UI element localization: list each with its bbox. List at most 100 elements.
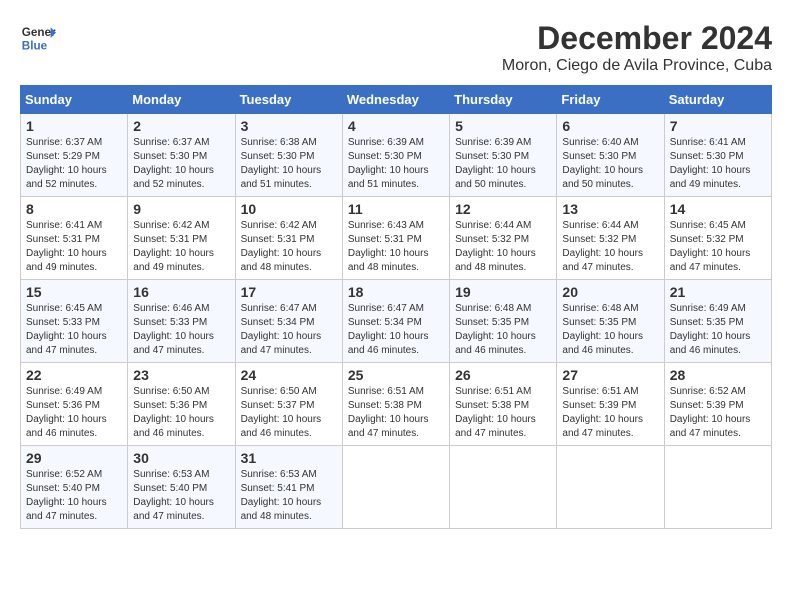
table-row: 22 Sunrise: 6:49 AM Sunset: 5:36 PM Dayli… (21, 363, 128, 446)
table-row: 2Sunrise: 6:37 AM Sunset: 5:30 PM Daylig… (128, 114, 235, 197)
day-number: 19 (455, 284, 551, 300)
day-number: 25 (348, 367, 444, 383)
day-number: 14 (670, 201, 766, 217)
calendar-week-row: 22 Sunrise: 6:49 AM Sunset: 5:36 PM Dayli… (21, 363, 772, 446)
table-row: 12Sunrise: 6:44 AM Sunset: 5:32 PM Dayli… (450, 197, 557, 280)
table-row: 4 Sunrise: 6:39 AM Sunset: 5:30 PM Daylig… (342, 114, 449, 197)
day-number: 28 (670, 367, 766, 383)
day-info: Sunrise: 6:51 AM Sunset: 5:39 PM Dayligh… (562, 385, 658, 441)
day-info: Sunrise: 6:41 AM Sunset: 5:30 PM Dayligh… (670, 136, 766, 192)
day-number: 30 (133, 450, 229, 466)
table-row: 13Sunrise: 6:44 AM Sunset: 5:32 PM Dayli… (557, 197, 664, 280)
day-number: 15 (26, 284, 122, 300)
col-monday: Monday (128, 86, 235, 114)
day-info: Sunrise: 6:40 AM Sunset: 5:30 PM Dayligh… (562, 136, 658, 192)
day-info: Sunrise: 6:39 AM Sunset: 5:30 PM Dayligh… (348, 136, 444, 192)
table-row: 8 Sunrise: 6:41 AM Sunset: 5:31 PM Daylig… (21, 197, 128, 280)
table-row (450, 446, 557, 529)
table-row: 1 Sunrise: 6:37 AM Sunset: 5:29 PM Daylig… (21, 114, 128, 197)
day-info: Sunrise: 6:53 AM Sunset: 5:40 PM Dayligh… (133, 468, 229, 524)
table-row: 26 Sunrise: 6:51 AM Sunset: 5:38 PM Dayli… (450, 363, 557, 446)
day-number: 18 (348, 284, 444, 300)
day-number: 8 (26, 201, 122, 217)
day-number: 27 (562, 367, 658, 383)
day-info: Sunrise: 6:39 AM Sunset: 5:30 PM Dayligh… (455, 136, 551, 192)
table-row: 20 Sunrise: 6:48 AM Sunset: 5:35 PM Dayli… (557, 280, 664, 363)
table-row: 17Sunrise: 6:47 AM Sunset: 5:34 PM Dayli… (235, 280, 342, 363)
day-info: Sunrise: 6:50 AM Sunset: 5:36 PM Dayligh… (133, 385, 229, 441)
logo-icon: General Blue (20, 20, 56, 56)
day-info: Sunrise: 6:53 AM Sunset: 5:41 PM Dayligh… (241, 468, 337, 524)
table-row: 31 Sunrise: 6:53 AM Sunset: 5:41 PM Dayli… (235, 446, 342, 529)
day-info: Sunrise: 6:45 AM Sunset: 5:32 PM Dayligh… (670, 219, 766, 275)
col-friday: Friday (557, 86, 664, 114)
day-number: 1 (26, 118, 122, 134)
day-number: 31 (241, 450, 337, 466)
table-row: 9 Sunrise: 6:42 AM Sunset: 5:31 PM Daylig… (128, 197, 235, 280)
table-row: 24 Sunrise: 6:50 AM Sunset: 5:37 PM Dayli… (235, 363, 342, 446)
month-title: December 2024 (502, 20, 772, 57)
day-info: Sunrise: 6:41 AM Sunset: 5:31 PM Dayligh… (26, 219, 122, 275)
table-row (664, 446, 771, 529)
day-info: Sunrise: 6:48 AM Sunset: 5:35 PM Dayligh… (455, 302, 551, 358)
calendar-header-row: Sunday Monday Tuesday Wednesday Thursday… (21, 86, 772, 114)
col-tuesday: Tuesday (235, 86, 342, 114)
day-number: 9 (133, 201, 229, 217)
day-number: 4 (348, 118, 444, 134)
table-row: 15 Sunrise: 6:45 AM Sunset: 5:33 PM Dayli… (21, 280, 128, 363)
table-row: 5 Sunrise: 6:39 AM Sunset: 5:30 PM Daylig… (450, 114, 557, 197)
day-info: Sunrise: 6:42 AM Sunset: 5:31 PM Dayligh… (241, 219, 337, 275)
location-title: Moron, Ciego de Avila Province, Cuba (502, 57, 772, 75)
table-row: 19 Sunrise: 6:48 AM Sunset: 5:35 PM Dayli… (450, 280, 557, 363)
day-number: 16 (133, 284, 229, 300)
day-number: 24 (241, 367, 337, 383)
table-row: 21Sunrise: 6:49 AM Sunset: 5:35 PM Dayli… (664, 280, 771, 363)
day-info: Sunrise: 6:50 AM Sunset: 5:37 PM Dayligh… (241, 385, 337, 441)
day-info: Sunrise: 6:45 AM Sunset: 5:33 PM Dayligh… (26, 302, 122, 358)
day-info: Sunrise: 6:37 AM Sunset: 5:29 PM Dayligh… (26, 136, 122, 192)
day-info: Sunrise: 6:46 AM Sunset: 5:33 PM Dayligh… (133, 302, 229, 358)
day-number: 7 (670, 118, 766, 134)
day-number: 17 (241, 284, 337, 300)
page-header: General Blue December 2024 Moron, Ciego … (20, 20, 772, 75)
day-info: Sunrise: 6:51 AM Sunset: 5:38 PM Dayligh… (455, 385, 551, 441)
table-row: 25Sunrise: 6:51 AM Sunset: 5:38 PM Dayli… (342, 363, 449, 446)
day-info: Sunrise: 6:49 AM Sunset: 5:35 PM Dayligh… (670, 302, 766, 358)
col-sunday: Sunday (21, 86, 128, 114)
title-block: December 2024 Moron, Ciego de Avila Prov… (502, 20, 772, 75)
calendar-week-row: 29Sunrise: 6:52 AM Sunset: 5:40 PM Dayli… (21, 446, 772, 529)
day-info: Sunrise: 6:43 AM Sunset: 5:31 PM Dayligh… (348, 219, 444, 275)
logo: General Blue (20, 20, 56, 56)
day-info: Sunrise: 6:52 AM Sunset: 5:39 PM Dayligh… (670, 385, 766, 441)
table-row (557, 446, 664, 529)
day-number: 5 (455, 118, 551, 134)
day-number: 23 (133, 367, 229, 383)
day-number: 10 (241, 201, 337, 217)
day-info: Sunrise: 6:42 AM Sunset: 5:31 PM Dayligh… (133, 219, 229, 275)
table-row: 29Sunrise: 6:52 AM Sunset: 5:40 PM Dayli… (21, 446, 128, 529)
table-row: 6Sunrise: 6:40 AM Sunset: 5:30 PM Daylig… (557, 114, 664, 197)
table-row: 30 Sunrise: 6:53 AM Sunset: 5:40 PM Dayli… (128, 446, 235, 529)
day-number: 22 (26, 367, 122, 383)
col-wednesday: Wednesday (342, 86, 449, 114)
day-info: Sunrise: 6:38 AM Sunset: 5:30 PM Dayligh… (241, 136, 337, 192)
day-number: 26 (455, 367, 551, 383)
table-row (342, 446, 449, 529)
day-number: 20 (562, 284, 658, 300)
table-row: 16 Sunrise: 6:46 AM Sunset: 5:33 PM Dayli… (128, 280, 235, 363)
day-number: 29 (26, 450, 122, 466)
day-info: Sunrise: 6:48 AM Sunset: 5:35 PM Dayligh… (562, 302, 658, 358)
day-info: Sunrise: 6:47 AM Sunset: 5:34 PM Dayligh… (348, 302, 444, 358)
table-row: 14 Sunrise: 6:45 AM Sunset: 5:32 PM Dayli… (664, 197, 771, 280)
day-info: Sunrise: 6:37 AM Sunset: 5:30 PM Dayligh… (133, 136, 229, 192)
day-number: 11 (348, 201, 444, 217)
table-row: 27 Sunrise: 6:51 AM Sunset: 5:39 PM Dayli… (557, 363, 664, 446)
day-info: Sunrise: 6:49 AM Sunset: 5:36 PM Dayligh… (26, 385, 122, 441)
day-number: 3 (241, 118, 337, 134)
calendar-week-row: 8 Sunrise: 6:41 AM Sunset: 5:31 PM Daylig… (21, 197, 772, 280)
calendar-table: Sunday Monday Tuesday Wednesday Thursday… (20, 85, 772, 529)
col-saturday: Saturday (664, 86, 771, 114)
table-row: 23 Sunrise: 6:50 AM Sunset: 5:36 PM Dayli… (128, 363, 235, 446)
table-row: 18 Sunrise: 6:47 AM Sunset: 5:34 PM Dayli… (342, 280, 449, 363)
table-row: 7 Sunrise: 6:41 AM Sunset: 5:30 PM Daylig… (664, 114, 771, 197)
